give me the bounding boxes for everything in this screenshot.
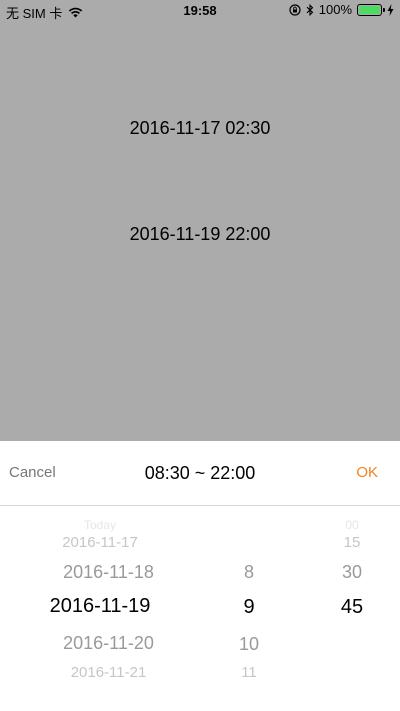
hour-option[interactable]: 8 xyxy=(200,562,300,583)
picker-wheels: Today 2016-11-17 2016-11-18 2016-11-19 2… xyxy=(0,507,400,711)
hour-option[interactable]: 10 xyxy=(200,634,300,655)
date-option[interactable]: Today xyxy=(0,518,200,532)
end-datetime-label[interactable]: 2016-11-19 22:00 xyxy=(0,224,400,245)
status-bar: 无 SIM 卡 19:58 100% xyxy=(0,0,400,22)
bluetooth-icon xyxy=(306,3,314,16)
date-option[interactable]: 2016-11-17 xyxy=(0,534,200,551)
charging-bolt-icon xyxy=(387,3,394,16)
status-right: 100% xyxy=(289,2,394,17)
time-range-title: 08:30 ~ 22:00 xyxy=(144,463,256,483)
battery-icon xyxy=(357,3,385,16)
start-datetime-label[interactable]: 2016-11-17 02:30 xyxy=(0,118,400,139)
battery-level xyxy=(359,5,380,14)
battery-percent: 100% xyxy=(318,2,352,17)
hour-wheel[interactable]: 8 9 10 11 xyxy=(200,507,300,711)
hour-option[interactable]: 11 xyxy=(200,664,300,681)
date-option[interactable]: 2016-11-21 xyxy=(0,664,200,681)
minute-option[interactable]: 30 xyxy=(300,562,400,583)
date-option-selected[interactable]: 2016-11-19 xyxy=(0,595,200,618)
ok-button[interactable]: OK xyxy=(356,464,378,481)
minute-wheel[interactable]: 00 15 30 45 xyxy=(300,507,400,711)
date-picker-sheet: Cancel 08:30 ~ 22:00 OK Today 2016-11-17… xyxy=(0,441,400,711)
battery-tip xyxy=(383,7,385,12)
date-wheel[interactable]: Today 2016-11-17 2016-11-18 2016-11-19 2… xyxy=(0,507,200,711)
date-option[interactable]: 2016-11-18 xyxy=(0,562,200,583)
minute-option[interactable]: 00 xyxy=(300,518,400,532)
minute-option-selected[interactable]: 45 xyxy=(300,596,400,619)
orientation-lock-icon xyxy=(289,3,301,16)
minute-option[interactable]: 15 xyxy=(300,534,400,551)
picker-toolbar: Cancel 08:30 ~ 22:00 OK xyxy=(0,441,400,506)
date-option[interactable]: 2016-11-20 xyxy=(0,633,200,654)
hour-option-selected[interactable]: 9 xyxy=(200,596,300,619)
